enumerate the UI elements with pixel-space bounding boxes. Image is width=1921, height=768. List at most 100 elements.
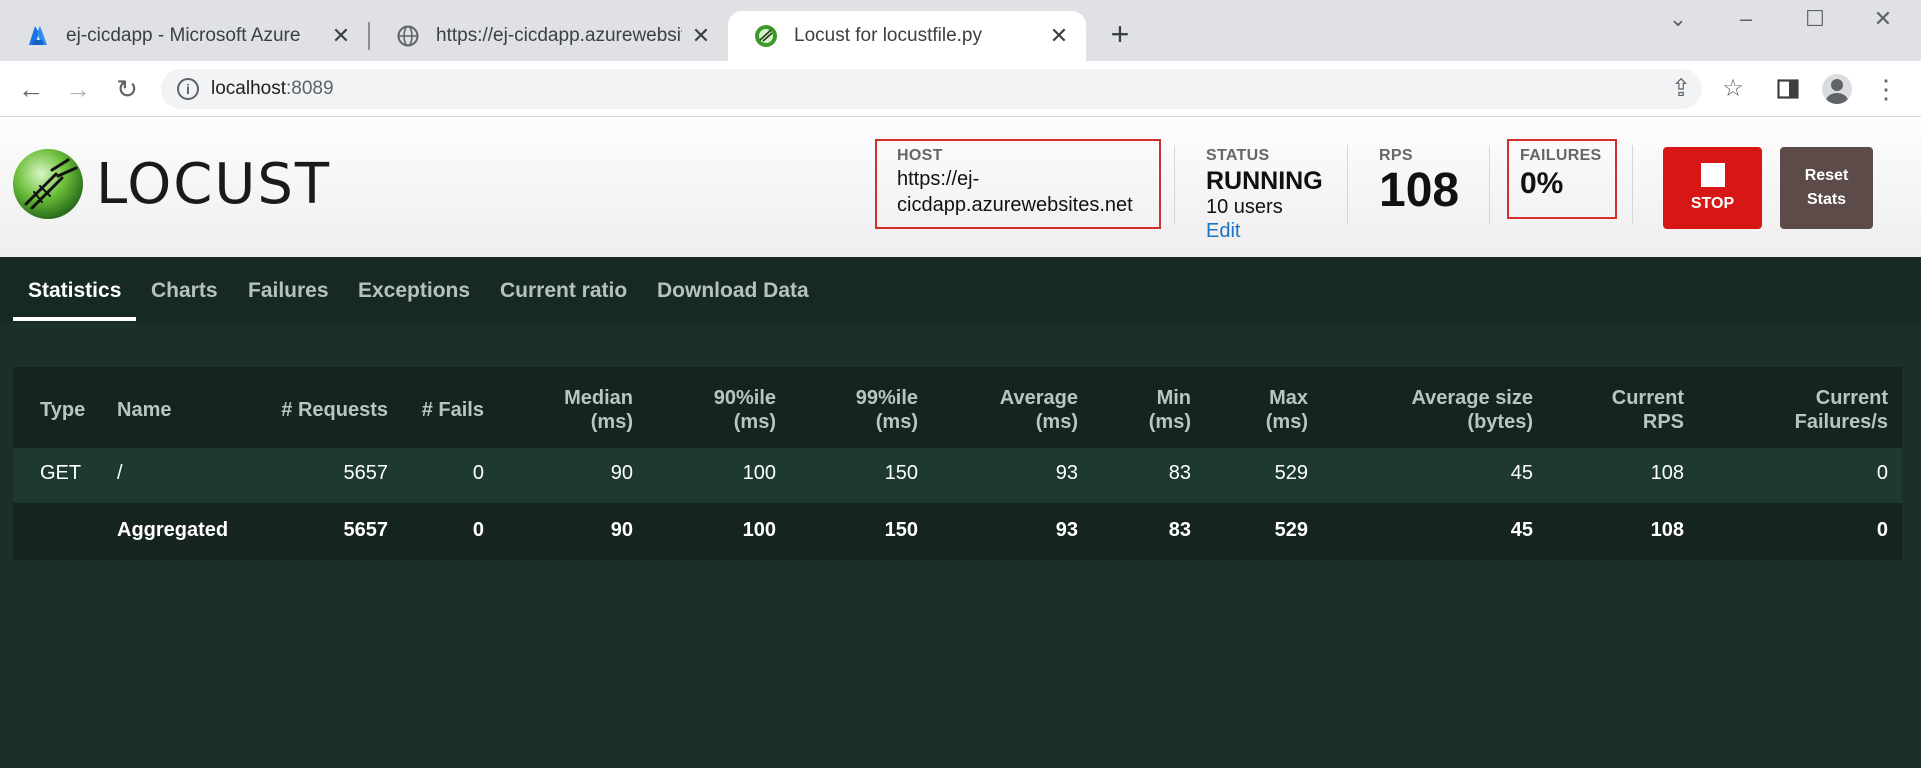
site-info-icon[interactable]: i bbox=[177, 78, 199, 100]
table-cell: 5657 bbox=[343, 462, 389, 484]
divider bbox=[1632, 145, 1633, 225]
globe-icon bbox=[397, 25, 419, 47]
tab-title: ej-cicdapp - Microsoft Azure bbox=[66, 25, 301, 46]
table-cell: / bbox=[117, 462, 123, 484]
table-cell: 83 bbox=[1168, 462, 1191, 484]
maximize-icon[interactable]: ☐ bbox=[1795, 6, 1835, 36]
locust-favicon-icon bbox=[755, 25, 777, 47]
table-cell: 108 bbox=[1650, 519, 1684, 541]
close-tab-icon[interactable]: ✕ bbox=[1048, 25, 1070, 47]
table-cell: 529 bbox=[1274, 462, 1308, 484]
edit-link[interactable]: Edit bbox=[1206, 220, 1323, 243]
tab-failures[interactable]: Failures bbox=[248, 279, 329, 303]
back-icon[interactable]: ← bbox=[15, 73, 47, 105]
reload-icon[interactable]: ↻ bbox=[111, 73, 143, 105]
divider bbox=[1347, 145, 1348, 225]
new-tab-button[interactable]: + bbox=[1103, 18, 1137, 52]
failures-panel: FAILURES 0% bbox=[1507, 139, 1617, 219]
tab-title: Locust for locustfile.py bbox=[794, 25, 982, 46]
table-cell: 90 bbox=[610, 519, 633, 541]
active-tab-underline bbox=[13, 317, 136, 321]
azure-logo-icon bbox=[29, 26, 47, 45]
tab-statistics[interactable]: Statistics bbox=[28, 279, 121, 303]
menu-kebab-icon[interactable]: ⋮ bbox=[1870, 73, 1902, 105]
close-tab-icon[interactable]: ✕ bbox=[690, 25, 712, 47]
column-header[interactable]: Min (ms) bbox=[1149, 386, 1191, 434]
minimize-icon[interactable]: – bbox=[1726, 6, 1766, 36]
url-text[interactable]: localhost:8089 bbox=[211, 78, 334, 100]
rps-panel: RPS 108 bbox=[1379, 147, 1459, 217]
url-host: localhost bbox=[211, 78, 286, 99]
status-label: STATUS bbox=[1206, 147, 1270, 164]
tab-search-chevron-icon[interactable]: ⌄ bbox=[1658, 6, 1698, 36]
tab-charts[interactable]: Charts bbox=[151, 279, 218, 303]
column-header[interactable]: 99%ile (ms) bbox=[856, 386, 918, 434]
table-cell: Aggregated bbox=[117, 519, 229, 541]
browser-tab-bar: ej-cicdapp - Microsoft Azure ✕ https://e… bbox=[0, 0, 1921, 61]
failures-label: FAILURES bbox=[1520, 147, 1602, 164]
locust-logo-icon bbox=[13, 149, 83, 219]
rps-value: 108 bbox=[1379, 164, 1460, 217]
table-cell: 5657 bbox=[343, 519, 389, 541]
table-cell: 0 bbox=[472, 519, 484, 541]
tab-current-ratio[interactable]: Current ratio bbox=[500, 279, 627, 303]
table-cell: 93 bbox=[1055, 519, 1078, 541]
user-count: 10 users bbox=[1206, 196, 1283, 218]
table-cell: 0 bbox=[1876, 519, 1888, 541]
column-header[interactable]: Average size (bytes) bbox=[1411, 386, 1533, 434]
reset-label-line1: Reset bbox=[1804, 167, 1849, 184]
stop-square-icon bbox=[1700, 163, 1725, 187]
tab-exceptions[interactable]: Exceptions bbox=[358, 279, 470, 303]
close-tab-icon[interactable]: ✕ bbox=[330, 25, 352, 47]
column-header[interactable]: 90%ile (ms) bbox=[714, 386, 776, 434]
column-header[interactable]: Type bbox=[40, 398, 85, 422]
browser-tab-azure[interactable]: ej-cicdapp - Microsoft Azure ✕ bbox=[0, 11, 368, 61]
side-panel-icon[interactable] bbox=[1772, 73, 1804, 105]
reset-stats-button[interactable]: Reset Stats bbox=[1780, 147, 1873, 229]
address-bar[interactable]: i localhost:8089 ⇪ ☆ bbox=[161, 69, 1744, 109]
reset-label-line2: Stats bbox=[1806, 191, 1847, 208]
table-cell: 100 bbox=[742, 462, 776, 484]
url-port: :8089 bbox=[286, 78, 334, 99]
divider bbox=[1489, 145, 1490, 225]
table-cell: 150 bbox=[884, 519, 918, 541]
table-cell: 45 bbox=[1510, 462, 1533, 484]
table-row-aggregated: Aggregated 5657 0 90 100 150 93 83 529 4… bbox=[13, 503, 1902, 560]
tab-download-data[interactable]: Download Data bbox=[657, 279, 809, 303]
column-header[interactable]: Current Failures/s bbox=[1795, 386, 1888, 434]
status-panel: STATUS RUNNING 10 users Edit bbox=[1206, 147, 1323, 243]
column-header[interactable]: # Fails bbox=[422, 398, 484, 422]
column-header[interactable]: Max (ms) bbox=[1266, 386, 1308, 434]
profile-avatar-icon[interactable] bbox=[1822, 74, 1852, 104]
column-header[interactable]: # Requests bbox=[281, 398, 388, 422]
table-cell: 529 bbox=[1274, 519, 1308, 541]
table-cell: 83 bbox=[1168, 519, 1191, 541]
table-cell: 90 bbox=[610, 462, 633, 484]
failures-value: 0% bbox=[1520, 167, 1564, 200]
statistics-table: Type Name # Requests # Fails Median (ms) … bbox=[13, 367, 1902, 560]
main-nav: Statistics Charts Failures Exceptions Cu… bbox=[0, 257, 1921, 323]
table-header: Type Name # Requests # Fails Median (ms) … bbox=[13, 367, 1902, 448]
bookmark-star-icon[interactable]: ☆ bbox=[1717, 73, 1749, 105]
column-header[interactable]: Average (ms) bbox=[1000, 386, 1078, 434]
tab-title: https://ej-cicdapp.azurewebsites.net bbox=[436, 25, 682, 46]
column-header[interactable]: Current RPS bbox=[1612, 386, 1684, 434]
table-cell: 45 bbox=[1510, 519, 1533, 541]
browser-toolbar: ← → ↻ i localhost:8089 ⇪ ☆ ⋮ bbox=[0, 61, 1921, 117]
host-label: HOST bbox=[897, 147, 943, 164]
table-cell: 93 bbox=[1055, 462, 1078, 484]
close-window-icon[interactable]: ✕ bbox=[1863, 6, 1903, 36]
browser-tab-locust[interactable]: Locust for locustfile.py ✕ bbox=[728, 11, 1086, 61]
divider bbox=[1174, 145, 1175, 225]
locust-logo-text: LOCUST bbox=[96, 152, 332, 217]
share-icon[interactable]: ⇪ bbox=[1665, 73, 1697, 105]
status-value: RUNNING bbox=[1206, 167, 1323, 195]
forward-icon[interactable]: → bbox=[62, 73, 94, 105]
stop-button[interactable]: STOP bbox=[1663, 147, 1762, 229]
column-header[interactable]: Name bbox=[117, 398, 171, 422]
locust-header: LOCUST HOST https://ej- cicdapp.azureweb… bbox=[0, 117, 1921, 257]
column-header[interactable]: Median (ms) bbox=[564, 386, 633, 434]
host-url-line2: cicdapp.azurewebsites.net bbox=[897, 194, 1133, 216]
browser-tab-site[interactable]: https://ej-cicdapp.azurewebsites.net ✕ bbox=[370, 11, 728, 61]
table-cell: 108 bbox=[1650, 462, 1684, 484]
